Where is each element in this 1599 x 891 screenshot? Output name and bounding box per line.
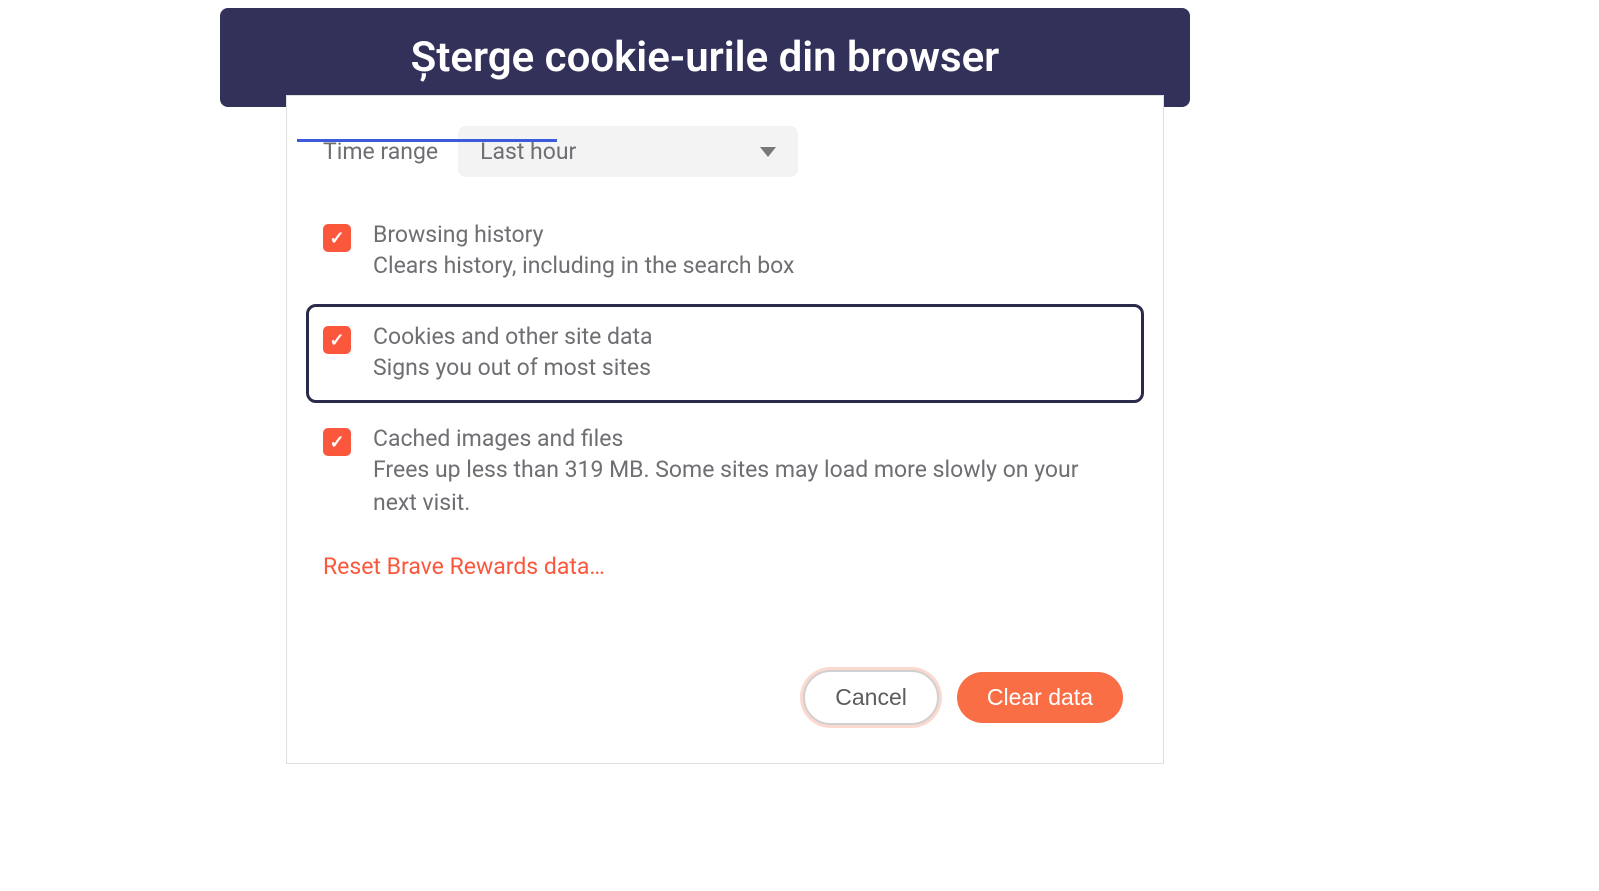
time-range-value: Last hour <box>480 138 576 165</box>
checkmark-icon: ✓ <box>329 228 344 249</box>
option-title: Cached images and files <box>373 425 1127 452</box>
option-title: Browsing history <box>373 221 1127 248</box>
options-list: ✓ Browsing history Clears history, inclu… <box>287 195 1163 535</box>
checkmark-icon: ✓ <box>329 432 344 453</box>
option-desc: Clears history, including in the search … <box>373 250 1127 282</box>
checkbox-browsing-history[interactable]: ✓ <box>323 224 351 252</box>
clear-browsing-data-dialog: Time range Last hour ✓ Browsing history … <box>286 95 1164 764</box>
option-browsing-history: ✓ Browsing history Clears history, inclu… <box>323 205 1127 298</box>
cancel-button[interactable]: Cancel <box>803 670 939 725</box>
banner-title: Șterge cookie-urile din browser <box>411 33 1000 82</box>
active-tab-indicator <box>297 139 557 142</box>
option-text: Cookies and other site data Signs you ou… <box>373 323 1127 384</box>
time-range-row: Time range Last hour <box>287 96 1163 195</box>
instruction-banner: Șterge cookie-urile din browser <box>220 8 1190 107</box>
option-title: Cookies and other site data <box>373 323 1127 350</box>
checkbox-cached[interactable]: ✓ <box>323 428 351 456</box>
option-cookies: ✓ Cookies and other site data Signs you … <box>306 304 1144 403</box>
option-cached: ✓ Cached images and files Frees up less … <box>323 409 1127 534</box>
time-range-select[interactable]: Last hour <box>458 126 798 177</box>
dialog-footer: Cancel Clear data <box>287 580 1163 733</box>
clear-data-button[interactable]: Clear data <box>957 672 1123 723</box>
checkmark-icon: ✓ <box>329 330 344 351</box>
option-text: Cached images and files Frees up less th… <box>373 425 1127 518</box>
checkbox-cookies[interactable]: ✓ <box>323 326 351 354</box>
time-range-label: Time range <box>323 138 438 165</box>
reset-brave-rewards-link[interactable]: Reset Brave Rewards data… <box>287 535 1163 580</box>
option-desc: Frees up less than 319 MB. Some sites ma… <box>373 454 1127 518</box>
option-text: Browsing history Clears history, includi… <box>373 221 1127 282</box>
option-desc: Signs you out of most sites <box>373 352 1127 384</box>
chevron-down-icon <box>760 147 776 157</box>
